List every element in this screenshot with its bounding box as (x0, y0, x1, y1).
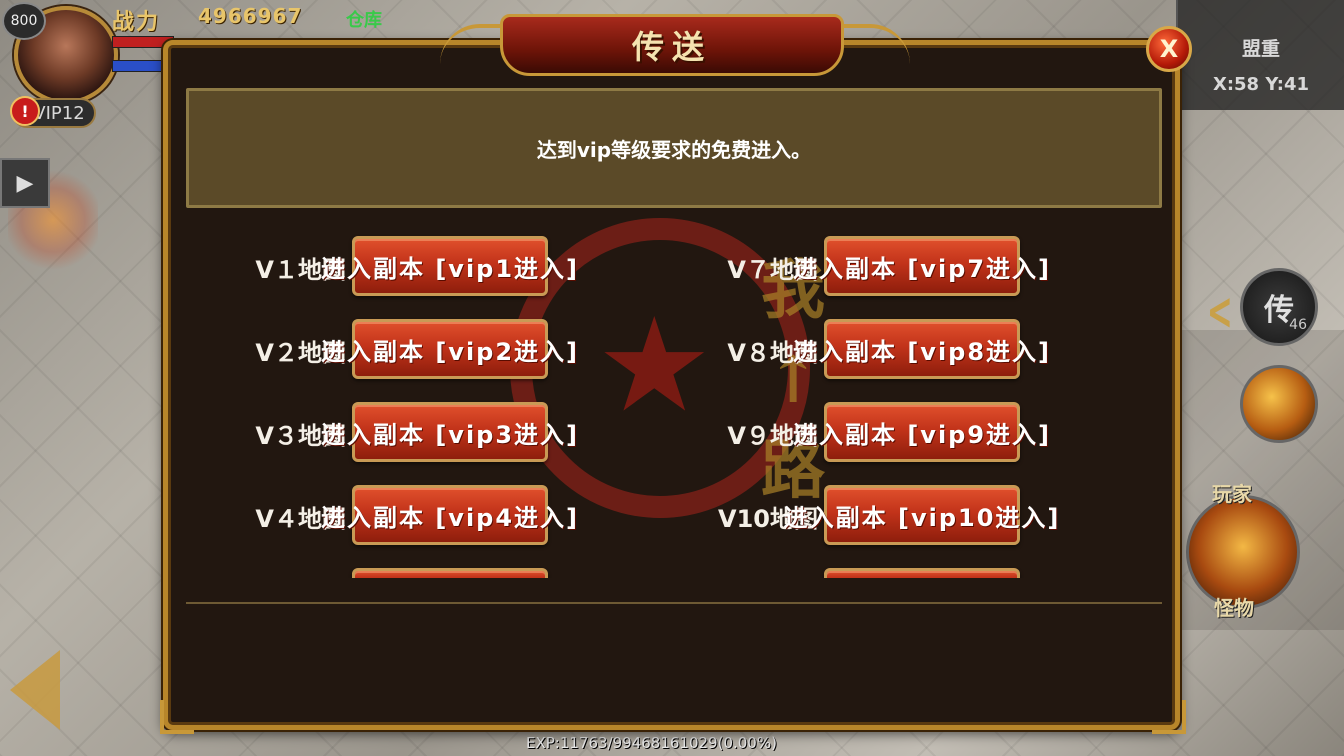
chevron-left-icon[interactable]: < (1207, 282, 1233, 342)
dialog-title-plate: 传送 (500, 14, 844, 76)
enter-instance-button[interactable]: 进入副本 [vip1进入] (321, 236, 577, 296)
map-name: 盟重 (1241, 38, 1280, 60)
enter-instance-button[interactable]: 进入副本 [vip2进入] (321, 319, 577, 379)
corner-ornament (160, 700, 194, 734)
list-item: V４地图 进入副本 [vip4进入] (186, 485, 656, 547)
power-label: 战力 (112, 10, 161, 35)
corner-ornament (1152, 700, 1186, 734)
enter-instance-button-partial[interactable] (352, 568, 548, 578)
divider (186, 602, 1162, 604)
level-badge: 800 (2, 2, 46, 40)
list-item: V２地图 进入副本 [vip2进入] (186, 319, 656, 381)
list-item: V１地图 进入副本 [vip1进入] (186, 236, 656, 298)
exp-readout: EXP:11763/99468161029(0.00%) (526, 734, 777, 752)
list-item: V７地图 进入副本 [vip7进入] (656, 236, 1162, 298)
power-value: 4966967 (198, 4, 303, 28)
coordinates: X:58 Y:41 (1212, 74, 1310, 95)
map-list[interactable]: V１地图 进入副本 [vip1进入] V２地图 进入副本 [vip2进入] V３… (186, 214, 1162, 578)
skill-slash-icon[interactable] (1240, 365, 1318, 443)
play-arrow-icon[interactable]: ▶ (0, 158, 50, 208)
teleport-skill-button[interactable]: 传 46 (1240, 268, 1318, 346)
enter-instance-button[interactable]: 进入副本 [vip10进入] (784, 485, 1058, 545)
enter-instance-button-partial[interactable] (824, 568, 1020, 578)
dialog-title: 传送 (631, 28, 712, 66)
notice-text: 达到vip等级要求的免费进入。 (536, 137, 812, 162)
enter-instance-button[interactable]: 进入副本 [vip8进入] (793, 319, 1049, 379)
enter-instance-button[interactable]: 进入副本 [vip4进入] (321, 485, 577, 545)
list-item: V10地图 进入副本 [vip10进入] (656, 485, 1162, 547)
notice-panel: 达到vip等级要求的免费进入。 (186, 88, 1162, 208)
alert-icon[interactable]: ! (10, 96, 40, 126)
list-item: V３地图 进入副本 [vip3进入] (186, 402, 656, 464)
enter-instance-button[interactable]: 进入副本 [vip9进入] (793, 402, 1049, 462)
list-item: V８地图 进入副本 [vip8进入] (656, 319, 1162, 381)
target-monster-toggle[interactable]: 怪物 (1214, 592, 1254, 621)
target-player-toggle[interactable]: 玩家 (1212, 478, 1252, 507)
enter-instance-button[interactable]: 进入副本 [vip7进入] (793, 236, 1049, 296)
teleport-count: 46 (1289, 317, 1307, 333)
back-arrow-icon[interactable] (10, 650, 60, 730)
warehouse-button[interactable]: 仓库 (346, 6, 382, 32)
enter-instance-button[interactable]: 进入副本 [vip3进入] (321, 402, 577, 462)
list-item: V９地图 进入副本 [vip9进入] (656, 402, 1162, 464)
close-button[interactable]: X (1146, 26, 1192, 72)
